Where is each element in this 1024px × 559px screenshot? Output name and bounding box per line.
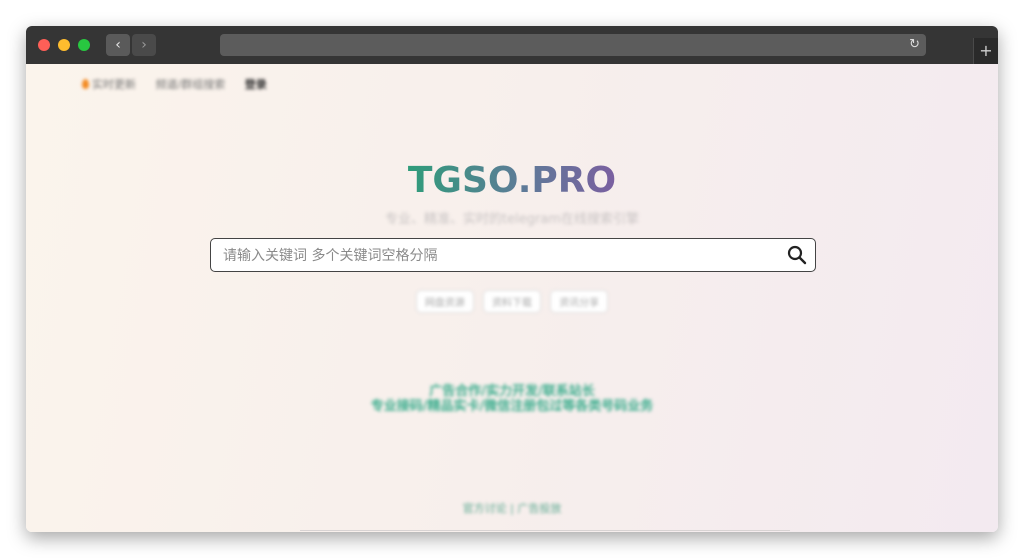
tag-button[interactable]: 资讯分享 xyxy=(550,290,609,313)
top-nav: 实时更新 频道/群组搜索 登录 xyxy=(82,76,283,92)
back-button[interactable]: ‹ xyxy=(106,34,130,56)
forward-button[interactable]: › xyxy=(132,34,156,56)
promo-link-2[interactable]: 专业接码/精品实卡/微信注册包过等各类号码业务 xyxy=(26,399,998,414)
site-logo[interactable]: TGSO.PRO xyxy=(26,160,998,201)
minimize-window-button[interactable] xyxy=(58,39,70,51)
login-link[interactable]: 登录 xyxy=(245,78,267,91)
search-icon[interactable] xyxy=(787,245,807,265)
chevron-left-icon: ‹ xyxy=(115,37,121,53)
promo-link-1[interactable]: 广告合作/实力开发/联系站长 xyxy=(26,384,998,399)
new-tab-button[interactable]: + xyxy=(973,38,998,64)
reload-icon[interactable]: ↻ xyxy=(909,34,920,56)
tag-button[interactable]: 网盘资源 xyxy=(415,290,474,313)
browser-window: ‹ › ↻ + 实时更新 频道/群组搜索 登录 TGSO.PRO 专业、精准、实… xyxy=(26,26,998,532)
browser-titlebar: ‹ › ↻ + xyxy=(26,26,998,64)
address-bar[interactable]: ↻ xyxy=(220,34,926,56)
flame-icon xyxy=(82,79,89,89)
page-viewport: 实时更新 频道/群组搜索 登录 TGSO.PRO 专业、精准、实时的telegr… xyxy=(26,64,998,532)
tag-button[interactable]: 资料下载 xyxy=(483,290,541,313)
nav-channels-link[interactable]: 频道/群组搜索 xyxy=(156,78,226,91)
site-subtitle: 专业、精准、实时的telegram在线搜索引擎 xyxy=(385,212,639,227)
divider xyxy=(300,530,790,531)
search-input[interactable] xyxy=(221,239,785,273)
logo-text: TGSO.PRO xyxy=(407,160,617,201)
maximize-window-button[interactable] xyxy=(78,39,90,51)
quick-tags: 网盘资源 资料下载 资讯分享 xyxy=(26,290,998,313)
search-box xyxy=(210,238,816,273)
plus-icon: + xyxy=(979,41,993,60)
promo-block: 广告合作/实力开发/联系站长 专业接码/精品实卡/微信注册包过等各类号码业务 xyxy=(26,384,998,414)
nav-realtime-link[interactable]: 实时更新 xyxy=(82,78,136,91)
chevron-right-icon: › xyxy=(141,37,147,53)
close-window-button[interactable] xyxy=(38,39,50,51)
footer-links[interactable]: 官方讨论 | 广告投放 xyxy=(26,500,998,516)
